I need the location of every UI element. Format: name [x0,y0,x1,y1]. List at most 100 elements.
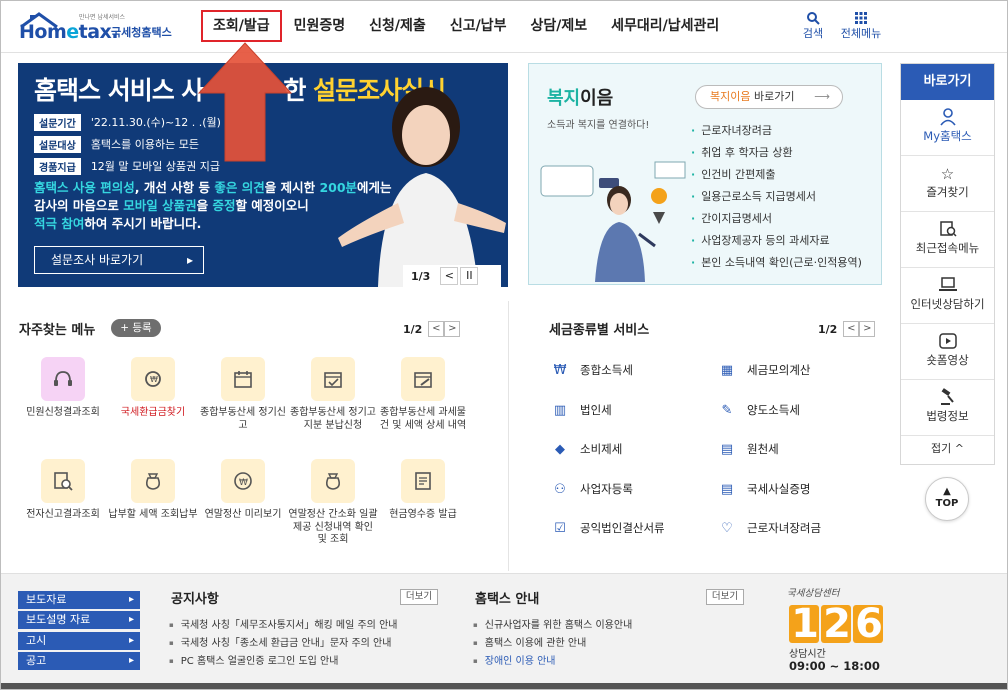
welfare-item[interactable]: 사업장제공자 등의 과세자료 [691,230,862,252]
press-explanation-button[interactable]: 보도설명 자료 [18,611,140,629]
notice-title: 공지사항 [171,592,219,607]
tax-service-title: 세금종류별 서비스 [549,323,650,338]
star-icon: ☆ [940,165,955,183]
certificate-icon: ▤ [720,481,734,497]
welfare-title: 복지이음 [547,88,614,109]
logo-brand: 국세청홈택스 [111,26,172,39]
notice-list: 국세청 사칭「세무조사통지서」해킹 메일 주의 안내 국세청 사칭「종소세 환급… [169,616,398,670]
quick-fold-button[interactable]: 접기 ^ [901,436,994,462]
hometax-logo[interactable]: 만나면 납세서비스 Hometax. 국세청홈택스 [17,9,182,45]
gavel-icon [901,388,994,408]
logo-slogan: 만나면 납세서비스 [79,14,126,21]
tax-service-page-indicator: 1/2 [818,322,838,336]
quick-law-info[interactable]: 법령정보 [901,380,994,436]
frequent-next-button[interactable]: > [444,321,461,337]
banner-page-indicator: 1/3 [411,269,431,283]
guide-item[interactable]: 홈택스 이용에 관한 안내 [473,634,632,652]
notice-more-button[interactable]: 더보기 [400,589,438,605]
nav-civil-certificate[interactable]: 민원증명 [282,10,358,42]
frequent-item[interactable]: 종합부동산세 정기신고 [198,357,288,432]
banner-prev-button[interactable]: < [440,267,459,285]
welfare-item[interactable]: 취업 후 학자금 상환 [691,142,862,164]
calculator-icon: ▦ [720,362,734,378]
guide-item[interactable]: 신규사업자를 위한 홈택스 이용안내 [473,616,633,634]
frequent-item[interactable]: 납부할 세액 조회납부 [108,459,198,522]
receipt-icon [401,459,445,503]
welfare-item[interactable]: 근로자녀장려금 [691,120,862,142]
header: 만나면 납세서비스 Hometax. 국세청홈택스 조회/발급 민원증명 신청/… [1,1,1007,53]
top-button[interactable]: ▲ TOP [925,477,969,521]
doc-search-icon [41,459,85,503]
guide-item[interactable]: 장애인 이용 안내 [473,652,632,670]
money-bag-icon [311,459,355,503]
diamond-icon: ◆ [555,441,565,457]
welfare-item[interactable]: 일용근로소득 지급명세서 [691,186,862,208]
nav-inquiry-issue[interactable]: 조회/발급 [201,10,282,42]
nav-tax-agent[interactable]: 세무대리/납세관리 [599,10,731,42]
nav-apply-submit[interactable]: 신청/제출 [357,10,438,42]
welfare-item[interactable]: 간이지급명세서 [691,208,862,230]
search-icon [807,12,820,25]
tax-service-item[interactable]: ◆ 소비제세 [549,438,622,460]
clipboard-icon: ☑ [554,520,566,536]
welfare-list: 근로자녀장려금 취업 후 학자금 상환 인건비 간편제출 일용근로소득 지급명세… [691,120,862,274]
all-menu-button[interactable]: 전체메뉴 [839,11,883,41]
tax-service-item[interactable]: ☑ 공익법인결산서류 [549,517,664,539]
frequent-item[interactable]: 종합부동산세 정기고지분 분납신청 [288,357,378,432]
tax-service-item[interactable]: ▦ 세금모의계산 [716,359,811,381]
quick-my-hometax[interactable]: My홈택스 [901,100,994,156]
quick-shortform-video[interactable]: 숏폼영상 [901,324,994,380]
welfare-item[interactable]: 인건비 간편제출 [691,164,862,186]
tax-service-item[interactable]: ♡ 근로자녀장려금 [716,517,821,539]
welfare-illustration [540,161,686,282]
banner-row: 설문대상 홈택스를 이용하는 모든 [34,135,221,153]
tax-service-prev-button[interactable]: < [843,321,860,337]
coin-icon: ₩ [221,459,265,503]
register-menu-button[interactable]: + 등록 [111,319,161,337]
money-bag-icon [131,459,175,503]
tax-consult-center: 국세상담센터 126 상담시간 09:00 ~ 18:00 [787,585,897,681]
calendar-edit-icon [401,357,445,401]
notification-button[interactable]: 고시 [18,632,140,650]
quick-links-title: 바로가기 [901,64,994,100]
quick-recent-menu[interactable]: 최근접속메뉴 [901,212,994,268]
frequent-item[interactable]: 민원신청결과조회 [18,357,108,420]
notice-item[interactable]: PC 홈택스 얼굴인증 로그인 도입 안내 [169,652,397,670]
frequent-prev-button[interactable]: < [428,321,445,337]
frequent-item[interactable]: ₩ 국세환급금찾기 [108,357,198,420]
frequent-item[interactable]: 전자신고결과조회 [18,459,108,522]
tax-service-item[interactable]: ▤ 원천세 [716,438,779,460]
tax-service-item[interactable]: ₩ 종합소득세 [549,359,633,381]
frequent-item[interactable]: 연말정산 간소화 일괄제공 신청내역 확인 및 조회 [288,459,378,547]
building-icon: ▥ [553,402,567,418]
tax-service-item[interactable]: ▥ 법인세 [549,399,612,421]
announcement-button[interactable]: 공고 [18,652,140,670]
tax-service-item[interactable]: ✎ 양도소득세 [716,399,800,421]
frequent-page-indicator: 1/2 [403,322,423,336]
survey-link-button[interactable]: 설문조사 바로가기 [34,246,204,274]
refund-icon: ₩ [131,357,175,401]
quick-favorites[interactable]: ☆ 즐겨찾기 [901,156,994,212]
guide-more-button[interactable]: 더보기 [706,589,744,605]
press-release-button[interactable]: 보도자료 [18,591,140,609]
notice-item[interactable]: 국세청 사칭「세무조사통지서」해킹 메일 주의 안내 [169,616,398,634]
nav-report-pay[interactable]: 신고/납부 [438,10,519,42]
frequent-item[interactable]: ₩ 연말정산 미리보기 [198,459,288,522]
banner-pause-button[interactable]: II [460,267,479,285]
welfare-link-button[interactable]: 복지이음 바로가기 [695,85,843,109]
tax-service-item[interactable]: ▤ 국세사실증명 [716,478,811,500]
welfare-item[interactable]: 본인 소득내역 확인(근로·인적용역) [691,252,862,274]
quick-internet-consult[interactable]: 인터넷상담하기 [901,268,994,324]
calendar-check-icon [311,357,355,401]
tax-service-item[interactable]: ⚇ 사업자등록 [549,478,633,500]
frequent-item[interactable]: 종합부동산세 과세물건 및 세액 상세 내역 [378,357,468,432]
banner-info-rows: 설문기간 '22.11.30.(수)~12 . .(월) 설문대상 홈택스를 이용하… [34,113,221,179]
section-divider [508,301,509,571]
all-menu-label: 전체메뉴 [840,27,882,40]
nav-consult-report[interactable]: 상담/제보 [518,10,599,42]
frequent-item[interactable]: 현금영수증 발급 [378,459,468,522]
notice-item[interactable]: 국세청 사칭「종소세 환급금 안내」문자 주의 안내 [169,634,397,652]
tax-service-next-button[interactable]: > [859,321,876,337]
search-button[interactable]: 검색 [791,11,835,41]
svg-text:₩: ₩ [239,478,248,488]
